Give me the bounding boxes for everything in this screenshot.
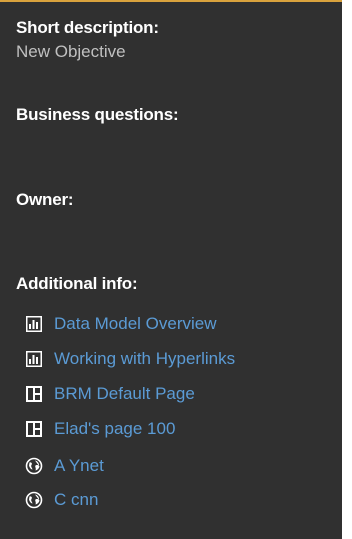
link-elads-page-100[interactable]: Elad's page 100: [24, 417, 175, 441]
report-chart-icon: [24, 314, 44, 334]
link-label: Working with Hyperlinks: [54, 349, 236, 368]
link-a-ynet[interactable]: A Ynet: [24, 454, 104, 478]
short-description-label: Short description:: [16, 18, 159, 37]
link-c-cnn[interactable]: C cnn: [24, 488, 98, 512]
globe-icon: [24, 490, 44, 510]
link-brm-default-page[interactable]: BRM Default Page: [24, 382, 195, 406]
link-label: BRM Default Page: [54, 384, 195, 403]
report-chart-icon: [24, 349, 44, 369]
business-questions-label: Business questions:: [16, 105, 179, 124]
globe-icon: [24, 456, 44, 476]
dashboard-page-icon: [24, 419, 44, 439]
owner-label: Owner:: [16, 190, 74, 209]
object-details-panel: Short description: New Objective Busines…: [0, 0, 342, 539]
link-data-model-overview[interactable]: Data Model Overview: [24, 312, 217, 336]
link-label: Elad's page 100: [54, 419, 176, 438]
link-working-with-hyperlinks[interactable]: Working with Hyperlinks: [24, 347, 235, 371]
additional-info-label: Additional info:: [16, 274, 138, 293]
link-label: C cnn: [54, 490, 99, 509]
dashboard-page-icon: [24, 384, 44, 404]
short-description-value: New Objective: [16, 42, 126, 61]
link-label: Data Model Overview: [54, 314, 217, 333]
link-label: A Ynet: [54, 456, 104, 475]
